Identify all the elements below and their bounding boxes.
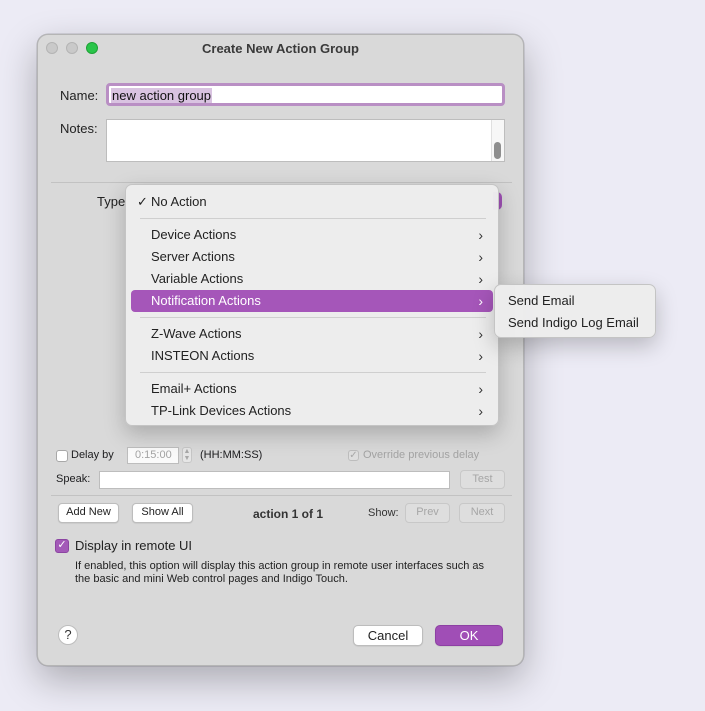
notification-actions-submenu: Send Email Send Indigo Log Email [494,284,656,338]
checkmark-icon: ✓ [137,194,148,209]
prev-button[interactable]: Prev [405,503,450,523]
next-button[interactable]: Next [459,503,505,523]
chevron-right-icon: › [478,293,483,309]
delay-stepper[interactable]: ▲ ▼ [182,447,192,463]
menu-item-zwave-actions[interactable]: Z-Wave Actions › [131,323,493,345]
menu-item-server-actions[interactable]: Server Actions › [131,246,493,268]
submenu-item-send-email[interactable]: Send Email [508,293,574,308]
add-new-button[interactable]: Add New [58,503,119,523]
menu-separator [140,317,486,318]
menu-item-label: INSTEON Actions [151,348,255,363]
menu-item-tplink-actions[interactable]: TP-Link Devices Actions › [131,400,493,422]
chevron-right-icon: › [478,348,483,364]
name-label: Name: [60,88,99,103]
menu-item-label: Email+ Actions [151,381,237,396]
menu-separator [140,372,486,373]
speak-input[interactable] [99,471,450,489]
cancel-button[interactable]: Cancel [353,625,423,646]
menu-separator [140,218,486,219]
menu-item-label: No Action [151,194,207,209]
delay-time-input[interactable]: 0:15:00 [127,447,179,464]
chevron-right-icon: › [478,403,483,419]
menu-item-label: Device Actions [151,227,237,242]
chevron-right-icon: › [478,326,483,342]
divider [51,495,512,496]
menu-item-label: Variable Actions [151,271,244,286]
delay-format-label: (HH:MM:SS) [200,449,263,461]
chevron-right-icon: › [478,271,483,287]
notes-scroll-thumb[interactable] [494,142,501,159]
name-input-value: new action group [111,88,213,103]
menu-item-email-plus-actions[interactable]: Email+ Actions › [131,378,493,400]
notes-label: Notes: [60,121,98,136]
remote-ui-checkbox[interactable]: ✓ [55,539,69,553]
delay-label: Delay by [71,449,114,461]
type-label: Type [97,194,126,209]
chevron-right-icon: › [478,227,483,243]
window-title: Create New Action Group [202,41,359,56]
show-label: Show: [368,507,399,519]
menu-item-notification-actions[interactable]: Notification Actions › [131,290,493,312]
action-type-menu: ✓ No Action Device Actions › Server Acti… [125,184,499,426]
action-counter: action 1 of 1 [253,507,324,521]
menu-item-label: Server Actions [151,249,235,264]
title-bar: Create New Action Group [38,35,523,63]
delay-checkbox[interactable] [56,450,68,462]
ok-button[interactable]: OK [435,625,503,646]
divider [51,182,512,183]
override-delay-label: Override previous delay [363,449,480,461]
remote-ui-label: Display in remote UI [75,538,193,553]
show-all-button[interactable]: Show All [132,503,193,523]
menu-item-label: TP-Link Devices Actions [151,403,292,418]
remote-ui-description: If enabled, this option will display thi… [75,560,485,585]
menu-item-device-actions[interactable]: Device Actions › [131,224,493,246]
chevron-right-icon: › [478,249,483,265]
submenu-item-send-indigo-log-email[interactable]: Send Indigo Log Email [508,315,639,330]
help-button[interactable]: ? [58,625,78,645]
menu-item-insteon-actions[interactable]: INSTEON Actions › [131,345,493,367]
test-button[interactable]: Test [460,470,505,489]
menu-item-label: Z-Wave Actions [151,326,242,341]
notes-textarea[interactable] [106,119,505,162]
menu-item-variable-actions[interactable]: Variable Actions › [131,268,493,290]
notes-scrollbar[interactable] [491,120,504,161]
menu-item-label: Notification Actions [151,293,261,308]
speak-label: Speak: [56,473,91,485]
menu-item-no-action[interactable]: ✓ No Action [131,191,493,213]
chevron-right-icon: › [478,381,483,397]
name-input[interactable]: new action group [106,83,505,106]
override-delay-checkbox[interactable]: ✓ [348,450,359,461]
